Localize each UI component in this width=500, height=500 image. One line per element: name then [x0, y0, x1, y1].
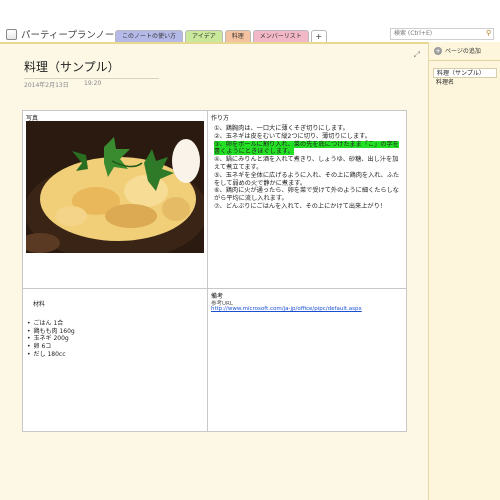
tab-how-to-use[interactable]: このノートの使い方	[115, 30, 184, 42]
page-date: 2014年2月13日	[24, 82, 69, 89]
divider	[429, 60, 500, 61]
add-page-button[interactable]: + ページの追加	[434, 46, 481, 55]
list-item: 卵 6コ	[27, 343, 75, 351]
notes-cell[interactable]: 備考 参考URL http://www.microsoft.com/ja-jp/…	[208, 289, 406, 431]
photo-cell[interactable]: 写真	[20, 111, 208, 289]
plus-circle-icon: +	[434, 46, 442, 55]
steps-header: 作り方	[211, 115, 230, 122]
dish-photo	[20, 121, 208, 261]
ingredients-cell[interactable]: 材料 ごはん 1合 鶏もも肉 160g 玉ネギ 200g 卵 6コ だし 180…	[23, 289, 208, 431]
notebook-icon	[6, 28, 17, 40]
tab-ideas[interactable]: アイデア	[185, 30, 223, 42]
page-list: 料理（サンプル） 料理名	[433, 68, 497, 88]
ingredients-list: ごはん 1合 鶏もも肉 160g 玉ネギ 200g 卵 6コ だし 180cc	[27, 320, 75, 359]
steps-cell[interactable]: 作り方 ①、鶏胸肉は、一口大に薄くそぎ切りにします。 ②、玉ネギは皮をむいて縦2…	[208, 111, 406, 289]
expand-icon[interactable]: ⤢	[414, 50, 420, 60]
step-item: ②、玉ネギは皮をむいて縦2つに切り、薄切りにします。	[214, 132, 371, 140]
page-title[interactable]: 料理（サンプル）	[24, 58, 159, 79]
title-bar: パーティープランノート ▼ このノートの使い方 アイデア 料理 メンバーリスト …	[0, 0, 500, 42]
page-canvas[interactable]: ⤢ 料理（サンプル） 2014年2月13日 19:20 写真 作り方 ①、鶏胸肉…	[0, 42, 428, 500]
list-item: だし 180cc	[27, 351, 75, 359]
oyakodon-image	[20, 121, 208, 261]
list-item: 鶏もも肉 160g	[27, 328, 75, 336]
add-page-label: ページの追加	[445, 48, 481, 55]
search-icon[interactable]: ⚲	[486, 29, 497, 37]
step-item: ⑤、玉ネギを全体に広げるように入れ、その上に鶏肉を入れ、ふたをして弱めの火で静か…	[214, 171, 400, 187]
section-tabs: このノートの使い方 アイデア 料理 メンバーリスト +	[115, 30, 327, 42]
step-item: ③、卵をボールに割り入れ、菜の先を底につけたまま「こ」の字を書くようにときほぐし…	[214, 140, 404, 157]
notes-header: 備考	[211, 293, 224, 300]
add-section-button[interactable]: +	[310, 30, 327, 42]
page-item-dish-name[interactable]: 料理名	[433, 78, 497, 88]
reference-link[interactable]: http://www.microsoft.com/ja-jp/office/pi…	[211, 306, 362, 312]
step-item: ①、鶏胸肉は、一口大に薄くそぎ切りにします。	[214, 125, 349, 132]
recipe-table: 写真 作り方 ①、鶏胸肉は、一口大に薄くそぎ切りにします。 ②、玉ネギは皮をむい…	[20, 110, 407, 432]
page-item-sample[interactable]: 料理（サンプル）	[433, 68, 497, 78]
tab-cooking[interactable]: 料理	[224, 30, 251, 42]
step-item: ⑦、どんぶりにごはんを入れて、その上にかけて出来上がり！	[214, 202, 386, 210]
search-input[interactable]: 検索 (Ctrl+E)	[390, 28, 494, 40]
steps-list: ①、鶏胸肉は、一口大に薄くそぎ切りにします。 ②、玉ネギは皮をむいて縦2つに切り…	[214, 125, 404, 211]
page-time: 19:20	[84, 80, 102, 87]
tab-member-list[interactable]: メンバーリスト	[252, 30, 309, 42]
ingredients-header: 材料	[33, 301, 46, 308]
notebook-title: パーティープランノート	[21, 30, 124, 41]
step-item: ⑥、鶏肉に火が通ったら、卵を菜で受けて外のように細くたらしながら平均に流し入れま…	[214, 187, 399, 203]
list-item: ごはん 1合	[27, 320, 75, 328]
list-item: 玉ネギ 200g	[27, 335, 75, 343]
step-item: ④、鍋にみりんと酒を入れて煮きり、しょうゆ、砂糖、出し汁を加えて煮立てます。	[214, 156, 399, 171]
page-list-sidebar: + ページの追加 料理（サンプル） 料理名	[428, 42, 500, 500]
highlighted-text: ③、卵をボールに割り入れ、菜の先を底につけたまま「こ」の字を書くようにときほぐし…	[214, 140, 399, 156]
